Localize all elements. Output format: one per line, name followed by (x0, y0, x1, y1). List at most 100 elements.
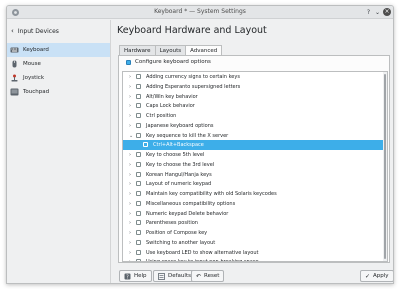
tree-item[interactable]: › Japanese keyboard options (123, 121, 387, 131)
tree-item[interactable]: › Switching to another layout (123, 238, 387, 248)
tree-item[interactable]: › Caps Lock behavior (123, 101, 387, 111)
tree-item[interactable]: › Parentheses position (123, 218, 387, 228)
tree-item[interactable]: › Layout of numeric keypad (123, 179, 387, 189)
back-button[interactable]: ‹ Input Devices (11, 27, 59, 35)
checkbox[interactable] (136, 122, 141, 128)
checkbox[interactable] (136, 161, 141, 167)
tree-child-item[interactable]: Ctrl+Alt+Backspace (123, 140, 387, 150)
option-label: Adding Esperanto supersigned letters (146, 83, 241, 90)
checkbox[interactable] (136, 171, 141, 177)
reset-button-label: Reset (204, 273, 220, 279)
checkbox[interactable] (136, 220, 141, 226)
option-label: Japanese keyboard options (146, 122, 214, 129)
scrollbar-thumb[interactable] (384, 74, 386, 259)
chevron-right-icon[interactable]: › (129, 181, 131, 187)
chevron-right-icon[interactable]: › (129, 84, 131, 90)
checkbox[interactable] (136, 191, 141, 196)
chevron-right-icon[interactable]: › (129, 250, 131, 256)
checkbox[interactable] (136, 113, 141, 118)
sidebar-item-touchpad[interactable]: Touchpad (7, 85, 110, 99)
tree-item[interactable]: › Numeric keypad Delete behavior (123, 209, 387, 219)
tree-item[interactable]: ⌄ Key sequence to kill the X server (123, 131, 387, 141)
configure-options-checkbox[interactable]: Configure keyboard options (126, 59, 211, 65)
options-tree: › Adding currency signs to certain keys › A… (122, 71, 388, 262)
tree-item[interactable]: › Korean Hangul/Hanja keys (123, 170, 387, 180)
sidebar-item-mouse[interactable]: Mouse (7, 57, 110, 71)
page-title: Keyboard Hardware and Layout (117, 25, 267, 36)
checkmark-icon: ✓ (365, 272, 371, 280)
sidebar-item-label: Touchpad (23, 89, 50, 95)
tree-item[interactable]: › Key to choose 5th level (123, 150, 387, 160)
sidebar-item-label: Joystick (23, 75, 45, 81)
chevron-right-icon[interactable]: › (129, 191, 131, 197)
checkbox[interactable] (136, 200, 141, 206)
chevron-right-icon[interactable]: › (129, 259, 131, 261)
checkbox[interactable] (136, 103, 141, 109)
chevron-right-icon[interactable]: › (129, 240, 131, 246)
chevron-right-icon[interactable]: › (129, 103, 131, 109)
sidebar-item-joystick[interactable]: Joystick (7, 71, 110, 85)
chevron-right-icon[interactable]: › (129, 123, 131, 129)
sidebar-item-keyboard[interactable]: Keyboard (7, 43, 110, 57)
checkbox[interactable] (136, 93, 141, 99)
tab-advanced[interactable]: Advanced (185, 45, 223, 55)
apply-button-label: Apply (373, 273, 389, 279)
chevron-right-icon[interactable]: › (129, 230, 131, 236)
chevron-right-icon[interactable]: › (129, 172, 131, 178)
option-label: Position of Compose key (146, 230, 208, 236)
apply-button[interactable]: ✓ Apply (360, 270, 393, 282)
tree-item[interactable]: › Maintain key compatibility with old Sol… (123, 189, 387, 199)
svg-text:?: ? (126, 274, 129, 280)
mouse-icon (12, 60, 17, 68)
tree-item[interactable]: › Ctrl position (123, 111, 387, 121)
chevron-right-icon[interactable]: › (129, 74, 131, 80)
tree-item[interactable]: › Miscellaneous compatibility options (123, 199, 387, 209)
chevron-down-icon[interactable]: ⌄ (129, 133, 133, 139)
tree-item[interactable]: › Using space key to input non-breaking s… (123, 257, 387, 261)
checkbox[interactable] (136, 210, 141, 216)
tree-item[interactable]: › Position of Compose key (123, 228, 387, 238)
checkbox-icon (126, 59, 131, 65)
defaults-button[interactable]: Defaults (153, 270, 196, 282)
chevron-right-icon[interactable]: › (129, 113, 131, 119)
back-label: Input Devices (17, 27, 59, 35)
sidebar-item-label: Keyboard (23, 47, 49, 53)
chevron-right-icon[interactable]: › (129, 211, 131, 217)
checkbox[interactable] (136, 152, 141, 157)
vertical-scrollbar[interactable] (383, 72, 387, 261)
help-button[interactable]: ? Help (119, 270, 152, 282)
option-label: Alt/Win key behavior (146, 93, 198, 100)
checkbox[interactable] (136, 239, 141, 245)
checkbox[interactable] (136, 74, 141, 79)
tree-item[interactable]: › Alt/Win key behavior (123, 92, 387, 102)
checkbox[interactable] (136, 181, 141, 187)
back-arrow-icon: ‹ (11, 27, 14, 35)
tree-item[interactable]: › Adding currency signs to certain keys (123, 72, 387, 82)
tree-item[interactable]: › Key to choose the 3rd level (123, 160, 387, 170)
tab-hardware[interactable]: Hardware (119, 45, 156, 55)
close-icon[interactable]: × (383, 8, 391, 16)
reset-button[interactable]: ↶ Reset (191, 270, 225, 282)
chevron-right-icon[interactable]: › (129, 94, 131, 100)
chevron-right-icon[interactable]: › (129, 201, 131, 207)
checkbox[interactable] (136, 132, 141, 138)
chevron-right-icon[interactable]: › (129, 152, 131, 158)
configure-options-label: Configure keyboard options (135, 59, 211, 65)
tree-item[interactable]: › Use keyboard LED to show alternative la… (123, 248, 387, 258)
option-label: Caps Lock behavior (146, 103, 195, 110)
help-window-icon[interactable]: ? (365, 9, 372, 16)
chevron-right-icon[interactable]: › (129, 162, 131, 168)
option-label: Ctrl+Alt+Backspace (153, 142, 204, 149)
checkbox[interactable] (136, 259, 141, 261)
checkbox[interactable] (136, 230, 141, 235)
option-label: Use keyboard LED to show alternative lay… (146, 249, 259, 256)
checkbox[interactable] (136, 249, 141, 255)
checkbox[interactable] (136, 83, 141, 89)
tab-layouts[interactable]: Layouts (154, 45, 187, 55)
option-label: Maintain key compatibility with old Sola… (146, 191, 277, 197)
minimize-icon[interactable]: ⌄ (374, 9, 381, 16)
chevron-right-icon[interactable]: › (129, 220, 131, 226)
tree-item[interactable]: › Adding Esperanto supersigned letters (123, 82, 387, 92)
defaults-button-label: Defaults (168, 273, 191, 279)
checkbox[interactable] (143, 142, 148, 148)
